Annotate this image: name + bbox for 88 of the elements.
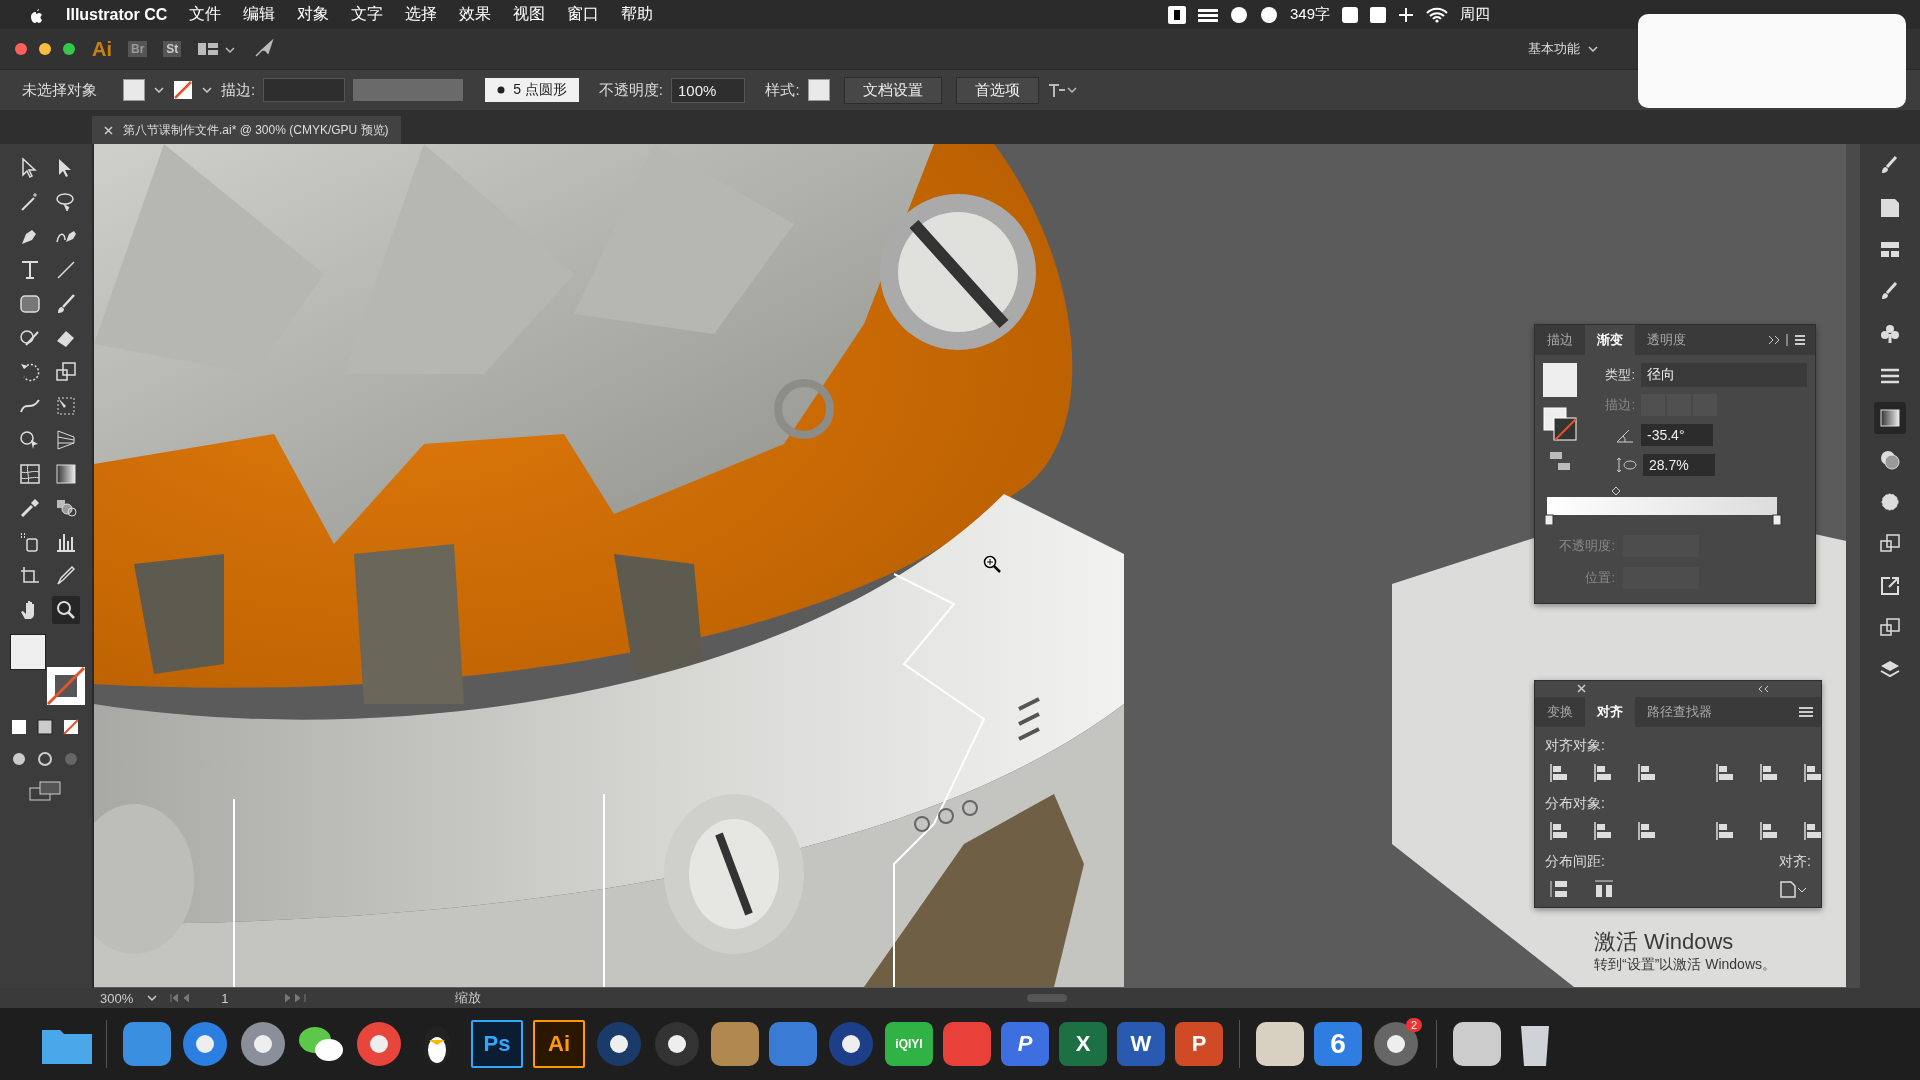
horizontal-scrollbar[interactable]	[1027, 994, 1068, 1002]
activation-text: 转到“设置”以激活 Windows。	[1594, 955, 1776, 973]
app-menu[interactable]: Illustrator CC	[66, 5, 168, 24]
window-control-icon[interactable]	[14, 42, 28, 56]
selection-status: 未选择对象	[22, 80, 97, 100]
app-icon[interactable]: 6	[1314, 1022, 1362, 1066]
type-label: 类型:	[1604, 366, 1635, 384]
word-count: 349字	[1289, 5, 1330, 24]
stock-button[interactable]: St	[163, 41, 182, 57]
align-to-icon[interactable]	[1779, 879, 1807, 899]
toolbar-button[interactable]: 首选项	[955, 76, 1039, 104]
panel-menu-icon[interactable]	[1799, 707, 1813, 717]
layout-icon[interactable]	[197, 40, 238, 58]
panel-tab[interactable]: 变换	[1535, 697, 1585, 727]
activation-title: 激活 Windows	[1594, 928, 1735, 956]
panel-tab[interactable]: 渐变	[1585, 325, 1635, 355]
menu-item[interactable]: 编辑	[243, 4, 276, 25]
style-swatch[interactable]	[807, 79, 830, 101]
fill-swatch[interactable]	[123, 79, 145, 101]
style-label: 样式:	[765, 80, 800, 100]
reverse-gradient-icon[interactable]	[1549, 451, 1571, 471]
window-control-icon[interactable]	[38, 42, 52, 56]
menu-item[interactable]: 文件	[189, 4, 222, 25]
align-options-icon[interactable]	[1046, 81, 1077, 99]
stroke-weight-field[interactable]	[263, 78, 346, 102]
stroke-label: 描边:	[1604, 396, 1635, 414]
bars-icon[interactable]	[1197, 6, 1218, 23]
spacing-icon[interactable]	[1593, 879, 1615, 899]
gradient-swatch[interactable]	[1543, 363, 1577, 397]
opacity-field[interactable]: 100%	[671, 77, 746, 103]
panel-tab[interactable]: 对齐	[1585, 697, 1635, 727]
zoom-dropdown[interactable]: 300%	[100, 990, 158, 1006]
toolbar-button[interactable]: 文档设置	[843, 76, 942, 104]
app-icon[interactable]: X	[1059, 1022, 1107, 1066]
caret-icon[interactable]	[147, 994, 158, 1002]
wifi-icon[interactable]	[1426, 6, 1448, 23]
clock: 周四	[1460, 5, 1490, 24]
stroke-label: 描边:	[221, 80, 256, 100]
app-icon[interactable]: Ai	[533, 1020, 585, 1068]
zoom-cursor-icon	[982, 554, 1002, 574]
opacity-label: 不透明度:	[1558, 537, 1615, 555]
section-label: 分布对象:	[1544, 794, 1606, 813]
menu-item[interactable]: 效果	[459, 4, 492, 25]
panel-tab[interactable]: 透明度	[1635, 325, 1698, 355]
stroke-swatch-icon[interactable]	[173, 80, 193, 100]
panel-tab[interactable]: 路径查找器	[1635, 697, 1724, 727]
zoom-icon[interactable]	[52, 596, 80, 624]
opacity-label: 不透明度:	[598, 80, 664, 100]
document-title: 第八节课制作文件.ai* @ 300% (CMYK/GPU 预览)	[123, 121, 389, 139]
position-label: 位置:	[1584, 569, 1615, 587]
menu-item[interactable]: 视图	[513, 4, 546, 25]
status-square-icon[interactable]	[1167, 5, 1186, 24]
artboard-dropdown[interactable]: 1	[221, 990, 272, 1006]
window-control-icon[interactable]	[62, 42, 76, 56]
gradient-icon[interactable]	[1874, 402, 1906, 434]
dot-icon	[497, 86, 506, 94]
angle-field[interactable]: -35.4°	[1641, 424, 1713, 446]
close-icon[interactable]	[104, 125, 113, 135]
app-icon[interactable]: W	[1117, 1022, 1165, 1066]
document-tab[interactable]: 第八节课制作文件.ai* @ 300% (CMYK/GPU 预览)	[92, 116, 401, 144]
app-logo: Ai	[92, 37, 112, 61]
app-icon[interactable]: Ps	[471, 1020, 523, 1068]
menu-item[interactable]: 选择	[405, 4, 438, 25]
vertical-scrollbar[interactable]	[1846, 144, 1860, 988]
panel-tab[interactable]: 描边	[1535, 325, 1585, 355]
caret-icon[interactable]	[1588, 45, 1598, 53]
section-label: 对齐对象:	[1544, 736, 1606, 755]
fill-color-box[interactable]	[10, 634, 46, 670]
app-icon[interactable]: P	[1001, 1022, 1049, 1066]
caret-icon[interactable]	[201, 85, 213, 95]
status-label: 缩放	[455, 989, 483, 1007]
notification-badge: 2	[1405, 1018, 1422, 1032]
section-label: 分布间距:	[1544, 852, 1606, 871]
fill-stroke-icon[interactable]	[1543, 407, 1577, 441]
aspect-ratio-icon	[1615, 456, 1637, 474]
brush-dropdown[interactable]: 5 点圆形	[485, 78, 579, 102]
aspect-ratio-field[interactable]: 28.7%	[1643, 454, 1715, 476]
section-label: 对齐:	[1778, 852, 1812, 871]
menu-item[interactable]: 窗口	[567, 4, 600, 25]
gradient-type-dropdown[interactable]: 径向	[1641, 363, 1807, 387]
menu-item[interactable]: 对象	[297, 4, 330, 25]
menu-item[interactable]: 文字	[351, 4, 384, 25]
app-icon[interactable]: P	[1175, 1022, 1223, 1066]
stroke-color-box-icon[interactable]	[46, 666, 86, 706]
menu-item[interactable]: 帮助	[621, 4, 654, 25]
panel-menu-icon[interactable]	[1767, 333, 1807, 347]
caret-icon[interactable]	[153, 85, 165, 95]
workspace-dropdown[interactable]: 基本功能	[1522, 39, 1604, 59]
